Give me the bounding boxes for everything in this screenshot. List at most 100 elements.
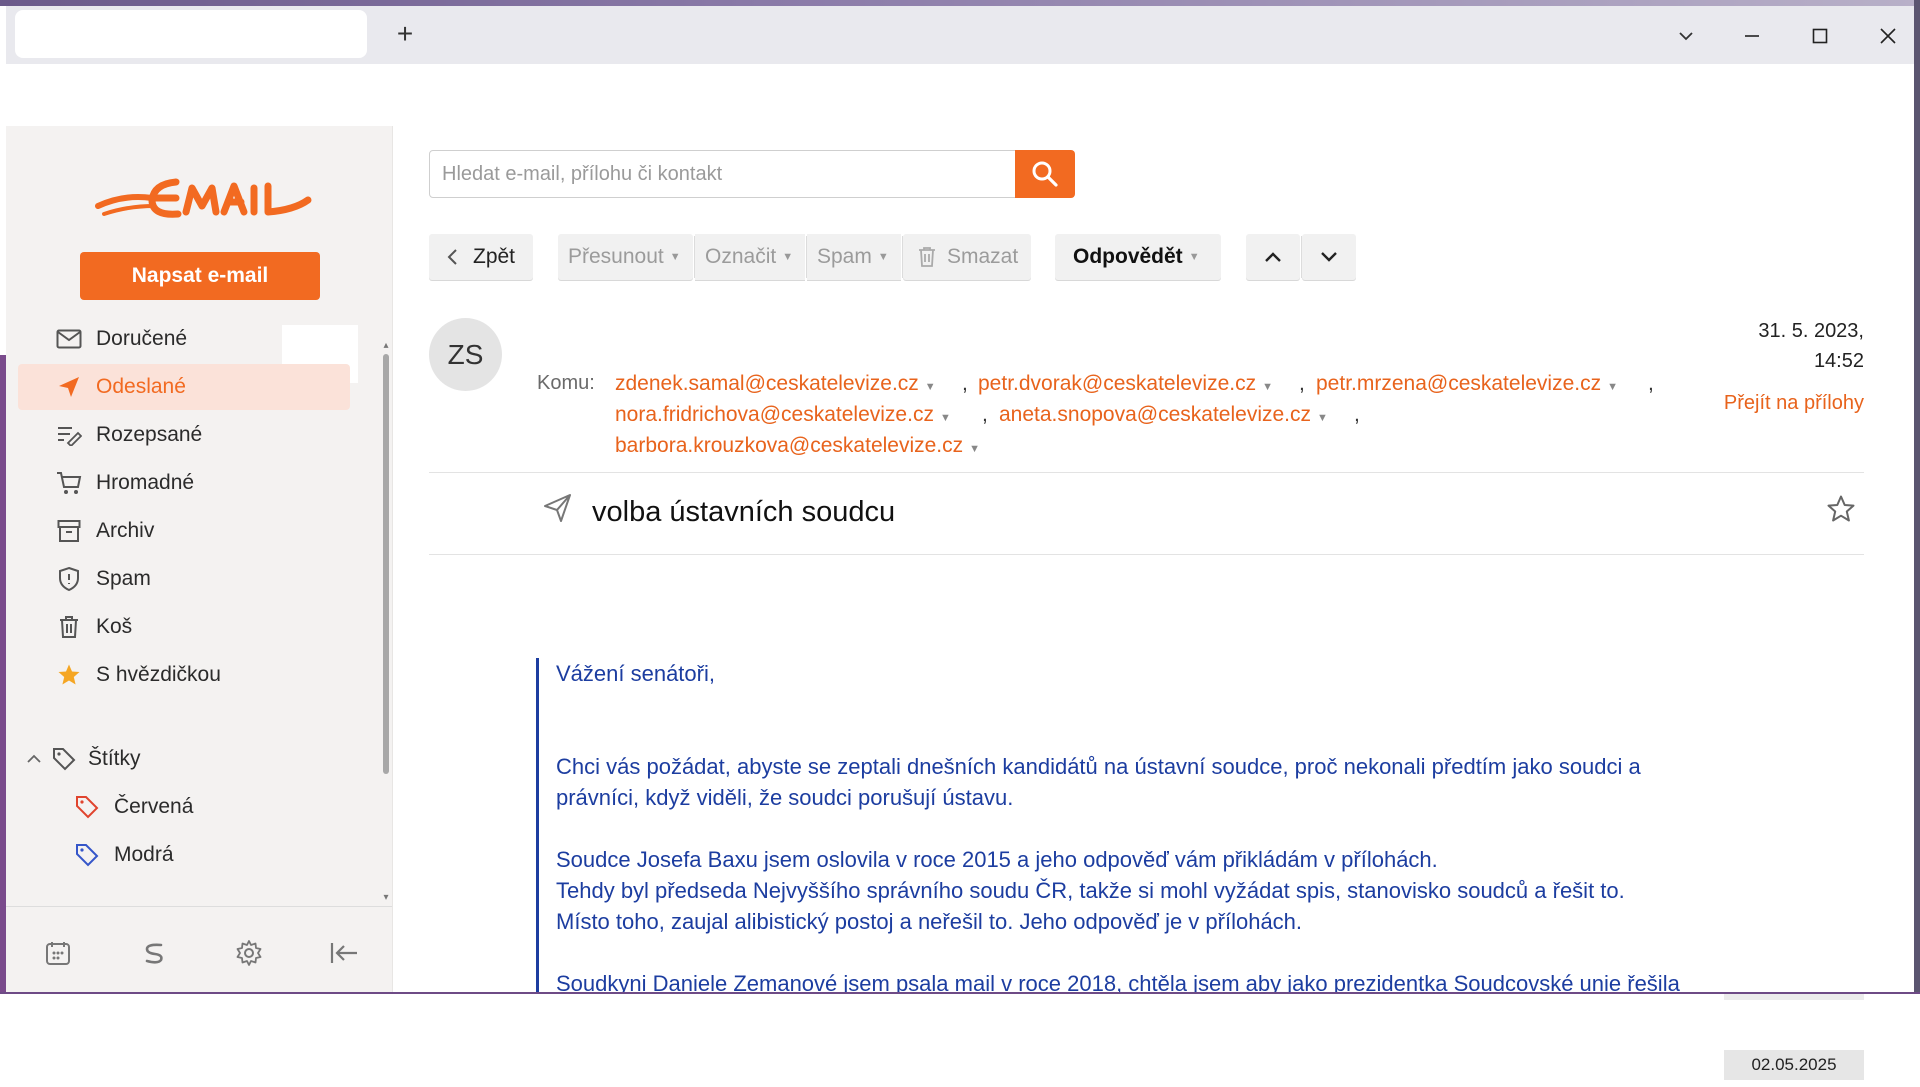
recipient-address: nora.fridrichova@ceskatelevize.cz <box>615 403 934 426</box>
body-line <box>556 689 1871 720</box>
chevron-down-icon <box>1321 252 1337 262</box>
browser-tab[interactable] <box>15 10 367 58</box>
send-icon <box>54 372 84 402</box>
sidebar-item-starred[interactable]: S hvězdičkou <box>18 652 350 698</box>
sidebar-item-sent[interactable]: Odeslané <box>18 364 350 410</box>
reply-label: Odpovědět <box>1073 245 1183 268</box>
draft-icon <box>54 420 84 450</box>
recipient-chip[interactable]: barbora.krouzkova@ceskatelevize.cz ▼ <box>615 434 980 458</box>
recipient-chip[interactable]: aneta.snopova@ceskatelevize.cz ▼ <box>999 403 1328 427</box>
minimize-icon <box>1745 35 1759 37</box>
tab-list-button[interactable] <box>1658 14 1714 58</box>
sidebar-item-label: Spam <box>96 567 151 590</box>
trash-icon <box>919 247 935 267</box>
trash-icon <box>54 612 84 642</box>
recipient-address: petr.dvorak@ceskatelevize.cz <box>978 372 1257 395</box>
sidebar-item-label: Odeslané <box>96 375 186 398</box>
search-button[interactable] <box>1015 150 1075 198</box>
scroll-down-arrow[interactable]: ▾ <box>380 892 392 904</box>
body-line: právníci, když viděli, že soudci porušuj… <box>556 785 1014 810</box>
calendar-icon[interactable] <box>40 935 76 971</box>
taskbar-date: 02.05.2025 <box>1724 1050 1864 1080</box>
star-outline-icon[interactable] <box>1826 494 1856 524</box>
back-button[interactable]: Zpět <box>429 234 533 280</box>
sender-avatar: ZS <box>429 318 502 391</box>
sidebar-footer <box>6 906 392 992</box>
body-line <box>556 720 1871 751</box>
recipient-chip[interactable]: nora.fridrichova@ceskatelevize.cz ▼ <box>615 403 951 427</box>
sidebar-tag-label: Červená <box>114 795 194 818</box>
separator: , <box>1354 403 1360 426</box>
date-badge-top <box>1724 994 1864 1000</box>
maximize-button[interactable] <box>1792 14 1848 58</box>
attachments-link[interactable]: Přejít na přílohy <box>1646 392 1864 415</box>
recipient-chip[interactable]: petr.mrzena@ceskatelevize.cz ▼ <box>1316 372 1618 396</box>
separator: , <box>982 403 988 426</box>
tag-red-icon <box>72 792 102 822</box>
sidebar-item-inbox[interactable]: Doručené <box>18 316 350 362</box>
star-icon <box>54 660 84 690</box>
to-label: Komu: <box>537 372 595 394</box>
caret-down-icon: ▼ <box>669 251 681 263</box>
minimize-button[interactable] <box>1724 14 1780 58</box>
spam-button[interactable]: Spam ▼ <box>807 234 901 280</box>
close-button[interactable] <box>1860 14 1916 58</box>
search-input[interactable] <box>430 151 955 197</box>
close-icon <box>1880 28 1896 44</box>
sidebar-item-label: Doručené <box>96 327 188 350</box>
previous-message-button[interactable] <box>1246 234 1300 280</box>
body-line: Soudce Josefa Baxu jsem oslovila v roce … <box>556 847 1438 872</box>
sidebar: Napsat e-mail Doručené Odeslané Rozepsan… <box>6 126 393 992</box>
s-brand-icon[interactable] <box>136 935 172 971</box>
tag-icon <box>52 747 76 771</box>
sidebar-item-label: Rozepsané <box>96 423 203 446</box>
caret-down-icon: ▼ <box>1188 251 1200 263</box>
recipient-chip[interactable]: zdenek.samal@ceskatelevize.cz ▼ <box>615 372 936 396</box>
browser-titlebar: + <box>6 6 1914 64</box>
sidebar-item-label: S hvězdičkou <box>96 663 221 686</box>
sidebar-item-label: Archiv <box>96 519 155 542</box>
body-line: Tehdy byl předseda Nejvyššího správního … <box>556 878 1625 903</box>
sidebar-tag-red[interactable]: Červená <box>36 784 346 830</box>
collapse-sidebar-icon[interactable] <box>326 935 362 971</box>
message-date: 31. 5. 2023, <box>1758 320 1864 342</box>
body-line: Místo toho, zaujal alibistický postoj a … <box>556 909 1303 934</box>
back-label: Zpět <box>473 245 516 268</box>
tag-blue-icon <box>72 840 102 870</box>
delete-button[interactable]: Smazat <box>903 234 1031 280</box>
labels-section-toggle[interactable]: Štítky <box>6 736 338 782</box>
sidebar-item-label: Koš <box>96 615 133 638</box>
header-divider <box>429 472 1864 473</box>
sidebar-item-bulk[interactable]: Hromadné <box>18 460 350 506</box>
caret-down-icon: ▼ <box>939 412 951 424</box>
search-box <box>429 150 1027 198</box>
mark-button[interactable]: Označit ▼ <box>695 234 805 280</box>
sidebar-tag-blue[interactable]: Modrá <box>36 832 346 878</box>
chevron-up-icon <box>27 754 41 763</box>
recipient-chip[interactable]: petr.dvorak@ceskatelevize.cz ▼ <box>978 372 1273 396</box>
scroll-up-arrow[interactable]: ▴ <box>380 340 392 352</box>
sidebar-tag-label: Modrá <box>114 843 174 866</box>
shield-icon <box>54 564 84 594</box>
reply-button[interactable]: Odpovědět ▼ <box>1055 234 1221 280</box>
page-content: Napsat e-mail Doručené Odeslané Rozepsan… <box>6 64 1914 992</box>
search-icon <box>1032 161 1058 187</box>
sent-message-icon <box>544 494 571 522</box>
spam-label: Spam <box>817 245 872 268</box>
sidebar-item-trash[interactable]: Koš <box>18 604 350 650</box>
sidebar-item-label: Hromadné <box>96 471 195 494</box>
recipient-address: aneta.snopova@ceskatelevize.cz <box>999 403 1311 426</box>
separator: , <box>1299 372 1305 395</box>
next-message-button[interactable] <box>1302 234 1356 280</box>
new-tab-button[interactable]: + <box>386 16 424 54</box>
caret-down-icon: ▼ <box>877 251 889 263</box>
settings-icon[interactable] <box>231 935 267 971</box>
compose-button[interactable]: Napsat e-mail <box>80 252 320 300</box>
sidebar-item-drafts[interactable]: Rozepsané <box>18 412 350 458</box>
sidebar-item-spam[interactable]: Spam <box>18 556 350 602</box>
sidebar-scrollbar[interactable] <box>383 354 389 774</box>
mark-label: Označit <box>705 245 777 268</box>
move-button[interactable]: Přesunout ▼ <box>558 234 693 280</box>
recipient-address: barbora.krouzkova@ceskatelevize.cz <box>615 434 964 457</box>
sidebar-item-archive[interactable]: Archiv <box>18 508 350 554</box>
